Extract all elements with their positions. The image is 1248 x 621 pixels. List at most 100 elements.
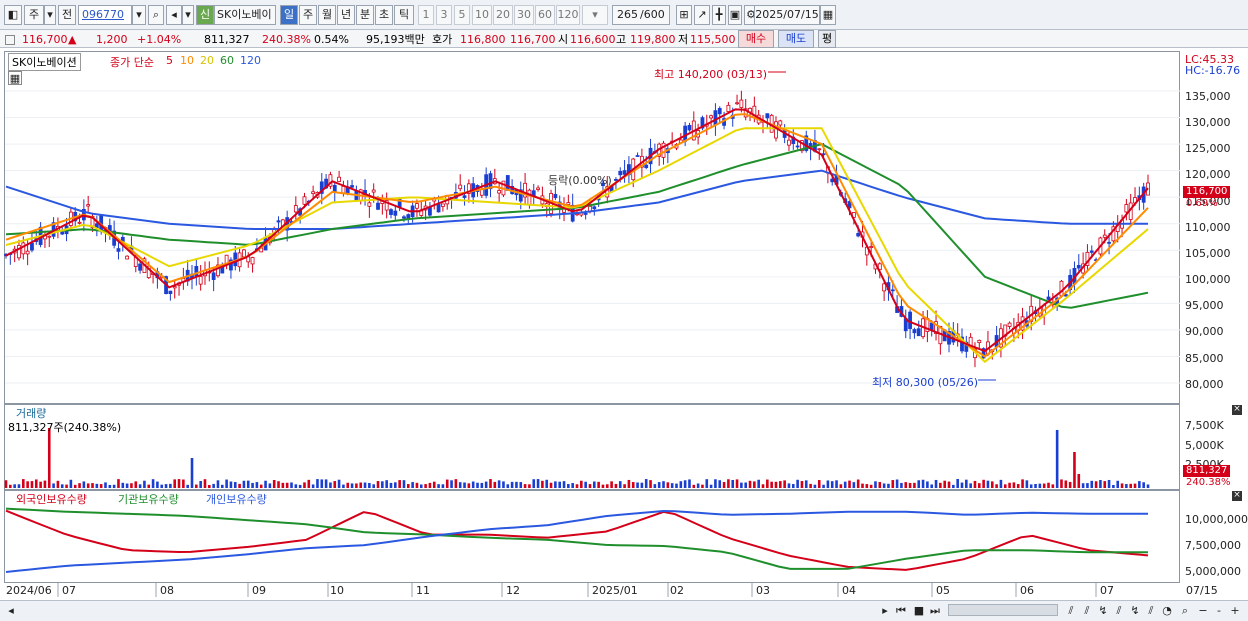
volume-bar [225, 479, 228, 488]
volume-bar [493, 481, 497, 488]
tool-icon[interactable]: ↯ [1096, 604, 1110, 618]
candle-body [302, 196, 307, 205]
tool-icon[interactable]: ⫽ [1112, 604, 1126, 618]
tool-icon[interactable]: ⫽ [1080, 604, 1094, 618]
candle-body [614, 179, 618, 181]
institution-holding-legend: 기관보유수량 [118, 493, 179, 506]
stop-icon[interactable]: ■ [912, 604, 926, 618]
volume-bar [195, 484, 198, 488]
volume-bar [878, 482, 882, 488]
volume-bar [1025, 480, 1029, 488]
volume-bar [718, 480, 722, 488]
volume-bar [47, 428, 51, 488]
x-label: 05 [936, 584, 950, 597]
individual-holding-legend: 개인보유수량 [206, 493, 267, 506]
volume-bar [839, 484, 843, 488]
y-tick: 130,000 [1185, 116, 1231, 129]
candle-body [415, 203, 419, 209]
volume-bar [618, 481, 622, 488]
candle-body [622, 170, 627, 175]
volume-bar [294, 484, 298, 488]
volume-bar [1064, 480, 1068, 488]
volume-bar [973, 480, 977, 488]
volume-bar [437, 484, 440, 488]
scroll-left-icon[interactable]: ◂ [4, 604, 18, 618]
volume-bar [9, 484, 12, 488]
volume-bar [657, 482, 661, 488]
volume-bar [891, 480, 895, 488]
x-label-right: 07/15 [1186, 584, 1218, 597]
volume-bar [675, 483, 678, 488]
volume-bar [930, 484, 934, 488]
volume-bar [580, 480, 583, 488]
zoom-in-icon[interactable]: + [1228, 604, 1242, 618]
candle-body [332, 184, 337, 193]
candle-body [912, 329, 917, 334]
vol-last-tag: 811,327 [1183, 465, 1231, 477]
vol-last-pct: 240.38% [1186, 477, 1231, 488]
volume-bar [969, 483, 972, 488]
volume-bar [329, 482, 332, 488]
volume-bar [597, 481, 600, 488]
scroll-right-icon[interactable]: ▸ [878, 604, 892, 618]
volume-bar [489, 479, 492, 488]
zoom-icon[interactable]: ⌕ [1178, 604, 1192, 618]
volume-bar [246, 480, 250, 488]
tool-icon[interactable]: ↯ [1128, 604, 1142, 618]
tool-icon[interactable]: ⫽ [1144, 604, 1158, 618]
candle-body [1102, 234, 1107, 238]
volume-bar [722, 482, 726, 488]
scroll-thumb[interactable] [948, 604, 1058, 616]
volume-bar [770, 481, 773, 488]
ma-line-10 [5, 113, 1149, 358]
volume-bar [138, 484, 142, 488]
volume-bar [588, 484, 592, 488]
volume-bar [1003, 484, 1007, 488]
y-tick: 100,000 [1185, 273, 1231, 286]
close-icon-2[interactable]: × [1232, 491, 1242, 501]
volume-bar [164, 484, 168, 488]
last-icon[interactable]: ⏭ [928, 604, 942, 618]
volume-bar [233, 482, 237, 488]
volume-bar [952, 484, 955, 488]
volume-bar [917, 480, 921, 488]
candle-body [30, 242, 34, 251]
volume-bar [203, 479, 207, 488]
volume-bar [467, 483, 471, 488]
volume-bar [826, 480, 830, 488]
scroll-bar[interactable] [0, 600, 1248, 621]
ma-line-5 [5, 108, 1149, 353]
candle-body [869, 246, 874, 248]
volume-bar [800, 481, 804, 488]
y-tick: 95,000 [1185, 299, 1224, 312]
volume-bar [562, 481, 566, 488]
volume-bar [363, 482, 367, 488]
first-icon[interactable]: ⏮ [894, 604, 908, 618]
candle-body [505, 175, 510, 191]
stock-name-tag[interactable]: SK이노베이션 [8, 53, 81, 71]
candle-body [977, 339, 982, 343]
volume-bar [977, 483, 981, 488]
volume-bar [22, 479, 25, 488]
tool-icon[interactable]: ◔ [1160, 604, 1174, 618]
candle-body [890, 289, 895, 292]
close-icon[interactable]: × [1232, 405, 1242, 415]
hc-label: HC:-16.76 [1185, 64, 1241, 77]
tool-icon[interactable]: ⫽ [1064, 604, 1078, 618]
candle-body [77, 221, 82, 224]
zoom-out-icon[interactable]: − [1196, 604, 1210, 618]
candle-body [929, 322, 934, 331]
volume-bar [281, 482, 285, 488]
volume-bar [1077, 474, 1081, 488]
volume-bar [593, 481, 596, 488]
volume-bar [796, 479, 799, 488]
candle-body [1089, 250, 1094, 253]
candle-body [1059, 280, 1064, 297]
candle-body [138, 263, 142, 271]
volume-bar [95, 483, 99, 488]
volume-bar [817, 480, 821, 488]
grid-icon[interactable]: ▦ [8, 71, 22, 85]
volume-bar [813, 484, 817, 488]
volume-bar [843, 481, 847, 488]
volume-bar [311, 484, 315, 488]
